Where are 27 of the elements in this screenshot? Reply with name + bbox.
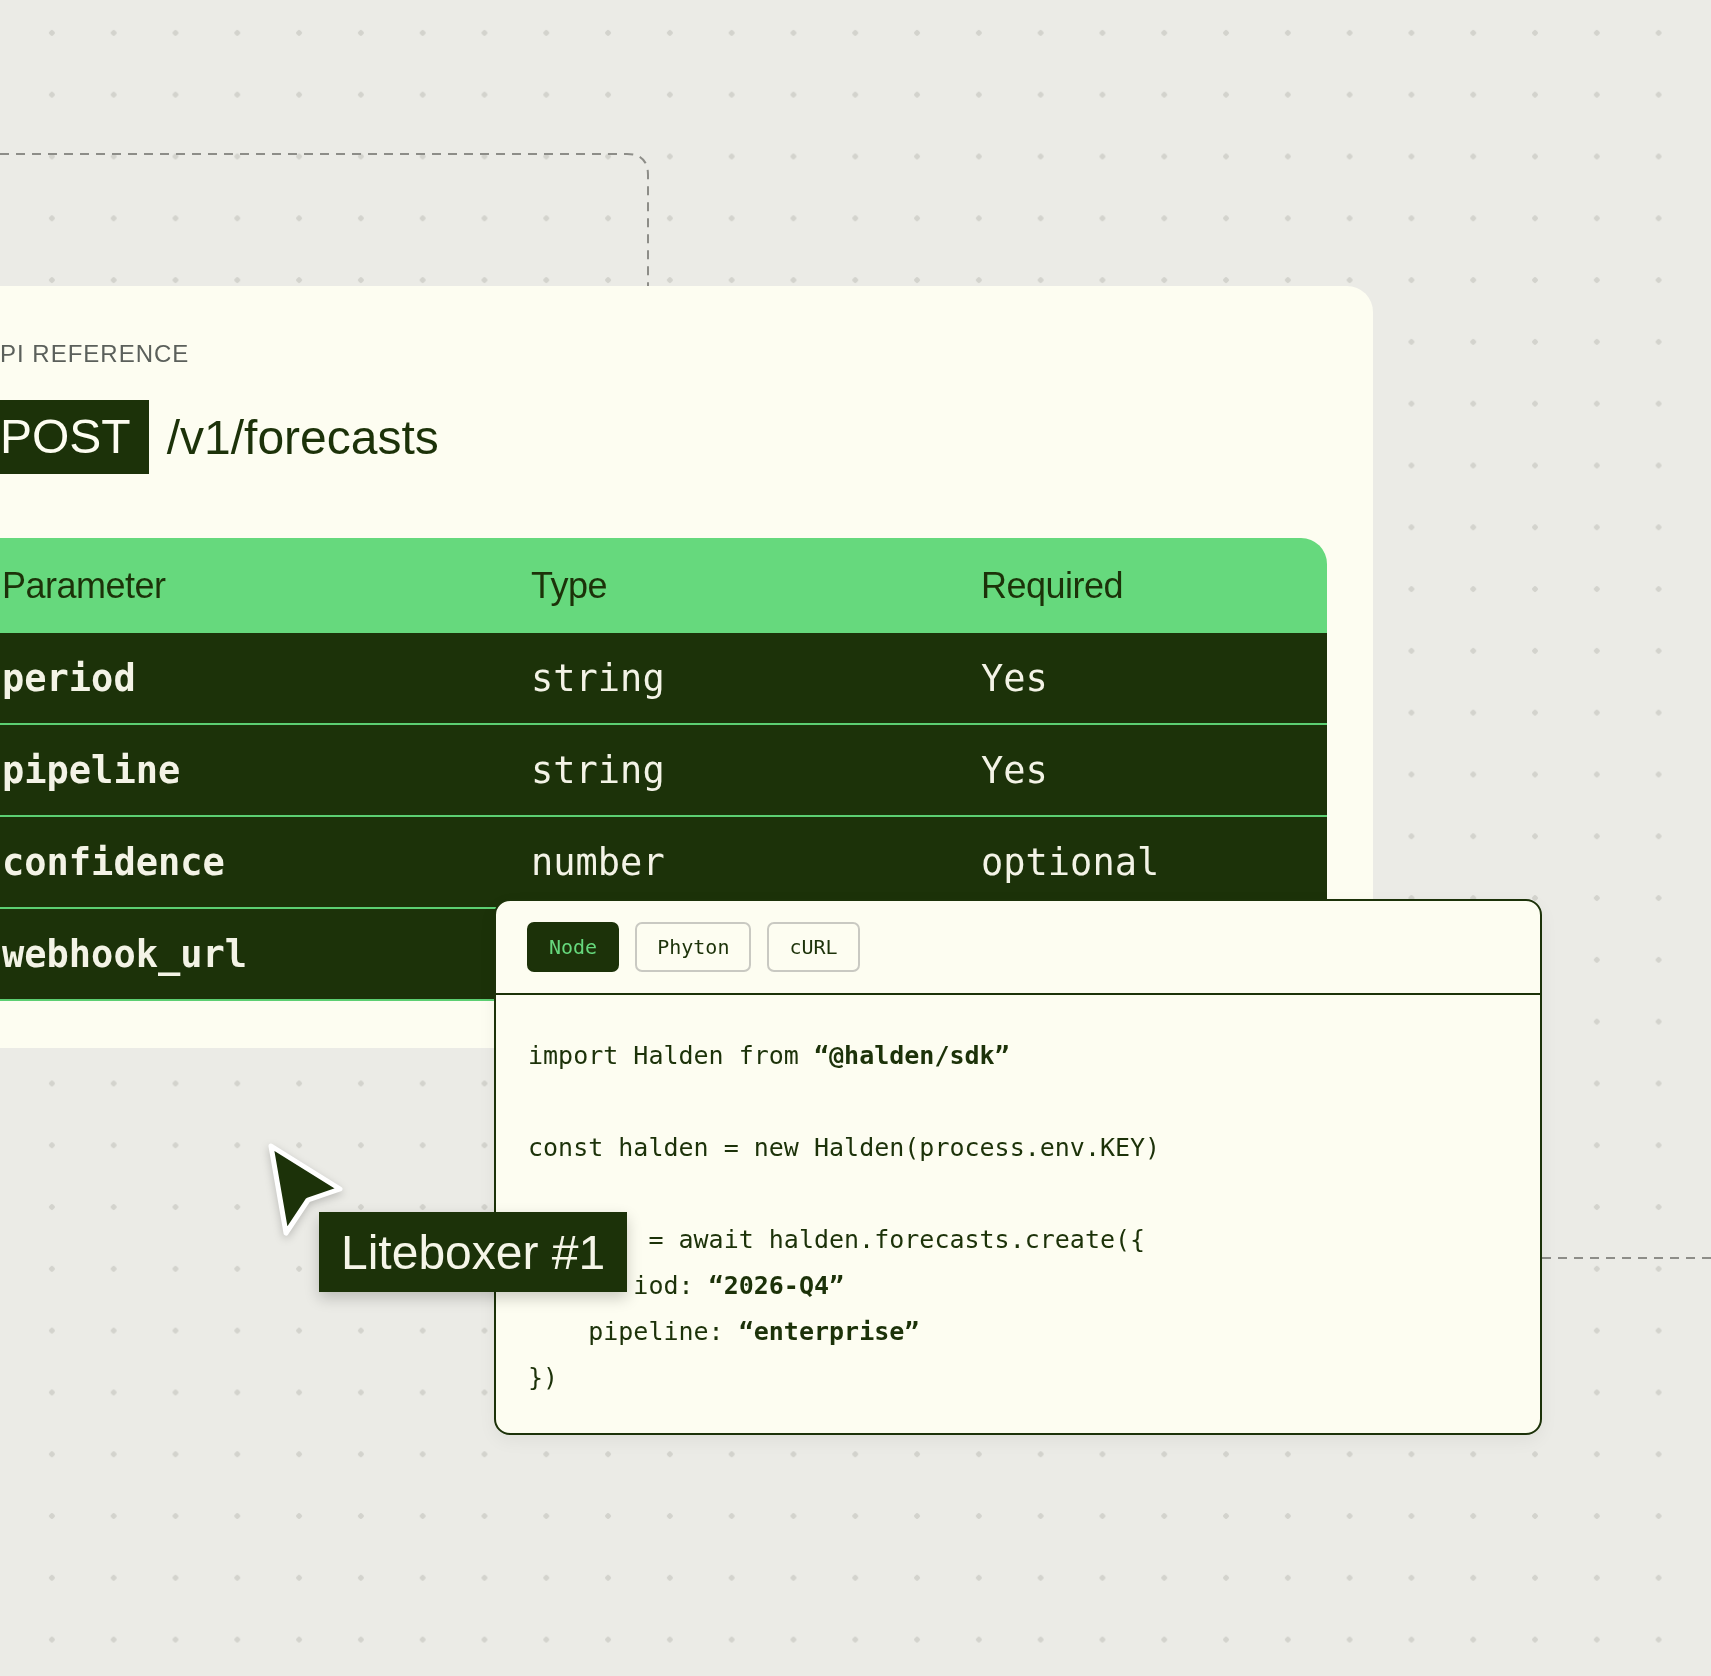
code-line: import Halden from “@halden/sdk” xyxy=(528,1040,1010,1070)
language-tab[interactable]: Phyton xyxy=(635,922,752,972)
table-cell-text: Yes xyxy=(981,748,1049,792)
table-cell-text: webhook_url xyxy=(1,932,249,976)
column-header: Parameter xyxy=(1,564,167,607)
code-line: = await halden.forecasts.create({ xyxy=(648,1224,1146,1254)
section-label: PI REFERENCE xyxy=(0,340,191,368)
table-cell-text: period xyxy=(1,656,137,700)
column-header: Type xyxy=(531,564,609,607)
code-line: iod: “2026-Q4” xyxy=(633,1270,845,1300)
table-cell-text: Yes xyxy=(981,656,1049,700)
language-tab[interactable]: Node xyxy=(527,922,620,972)
endpoint-path: /v1/forecasts xyxy=(166,409,439,465)
method-badge: POST xyxy=(0,400,149,474)
cursor-icon xyxy=(266,1141,346,1237)
code-line: pipeline: “enterprise” xyxy=(588,1316,920,1346)
table-cell-text: string xyxy=(531,748,666,792)
column-header: Required xyxy=(981,564,1125,607)
table-cell-text: string xyxy=(531,656,666,700)
table-cell-text: confidence xyxy=(1,840,226,884)
table-cell-text: pipeline xyxy=(1,748,182,792)
language-tab[interactable]: cURL xyxy=(767,922,860,972)
table-cell-text: number xyxy=(531,840,666,884)
table-cell-text: optional xyxy=(981,840,1161,884)
code-line: }) xyxy=(528,1362,559,1392)
cursor-label: Liteboxer #1 xyxy=(319,1212,628,1292)
code-line: const halden = new Halden(process.env.KEY) xyxy=(528,1132,1161,1162)
